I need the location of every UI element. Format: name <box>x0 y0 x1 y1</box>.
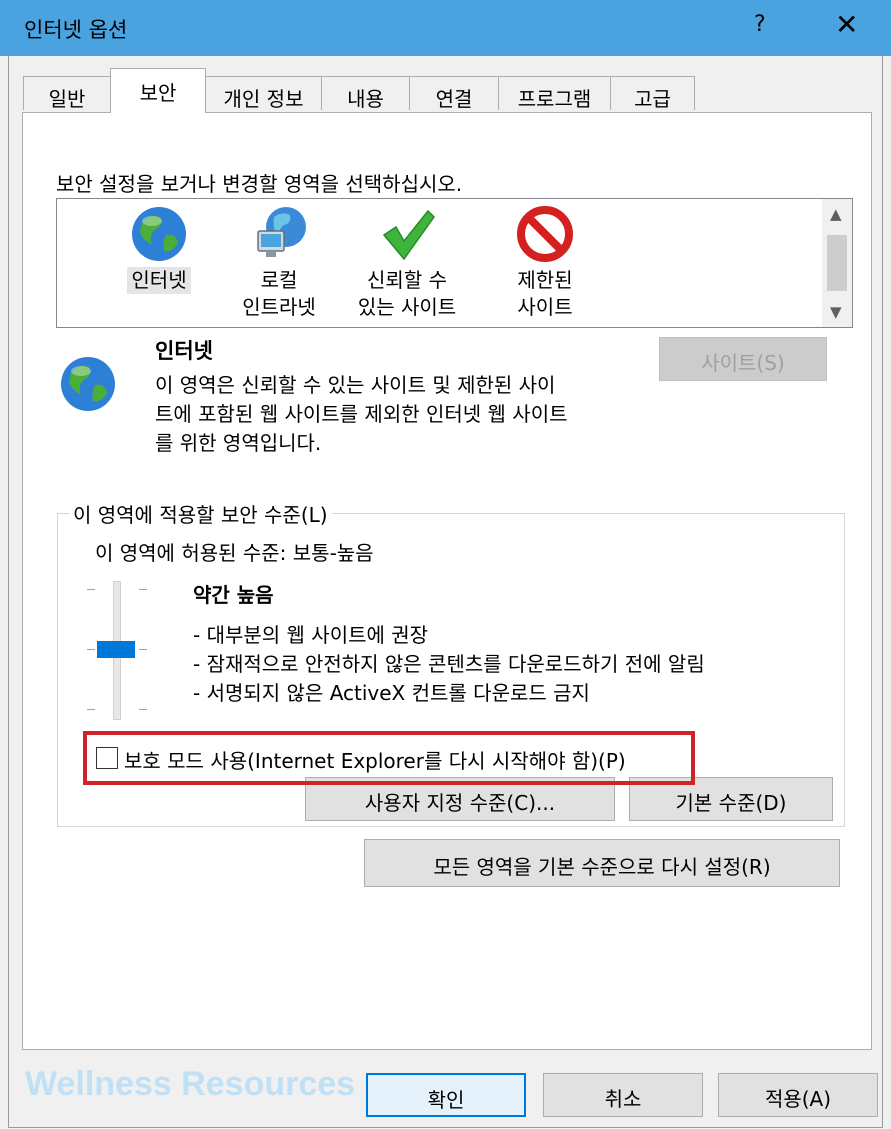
zone-trusted-line1: 신뢰할 수 <box>367 268 447 292</box>
zone-trusted-line2: 있는 사이트 <box>357 295 457 319</box>
tab-advanced[interactable]: 고급 <box>610 76 695 111</box>
allowed-level-text: 이 영역에 허용된 수준: 보통-높음 <box>95 541 374 565</box>
restricted-icon <box>517 206 573 262</box>
close-button[interactable]: ✕ <box>835 8 858 41</box>
tab-privacy[interactable]: 개인 정보 <box>205 76 322 111</box>
zone-restricted-line1: 제한된 <box>517 268 573 292</box>
scroll-thumb[interactable] <box>827 235 847 291</box>
slider-tick <box>87 709 95 710</box>
zone-local-intranet[interactable]: 로컬 인트라넷 <box>209 205 349 321</box>
zone-internet-label: 인터넷 <box>127 267 191 294</box>
level-bullet-1: - 대부분의 웹 사이트에 권장 <box>193 623 429 647</box>
level-description: - 대부분의 웹 사이트에 권장 - 잠재적으로 안전하지 않은 콘텐츠를 다운… <box>193 621 705 708</box>
zone-restricted-line2: 사이트 <box>517 295 573 319</box>
checkmark-icon <box>382 209 435 261</box>
zone-intranet-line1: 로컬 <box>260 268 298 292</box>
zone-detail-globe-icon <box>61 357 115 411</box>
tab-connections[interactable]: 연결 <box>409 76 499 111</box>
zone-desc-line2: 트에 포함된 웹 사이트를 제외한 인터넷 웹 사이트 <box>155 402 568 426</box>
intranet-globe-icon <box>257 207 306 257</box>
tab-security[interactable]: 보안 <box>110 68 206 113</box>
cancel-button[interactable]: 취소 <box>543 1073 703 1117</box>
security-slider-thumb[interactable] <box>97 641 135 658</box>
protected-mode-label[interactable]: 보호 모드 사용(Internet Explorer를 다시 시작해야 함)(P… <box>124 745 626 774</box>
protected-mode-checkbox[interactable] <box>96 747 118 769</box>
level-name: 약간 높음 <box>193 583 274 607</box>
zone-list: 인터넷 로컬 인트라넷 신뢰할 수 있는 사이트 제한된 사이트 ▲ ▼ <box>56 198 853 328</box>
help-button[interactable]: ? <box>754 12 766 37</box>
ok-button[interactable]: 확인 <box>366 1073 526 1117</box>
zone-trusted-sites[interactable]: 신뢰할 수 있는 사이트 <box>337 205 477 321</box>
sites-button[interactable]: 사이트(S) <box>659 337 827 381</box>
watermark: Wellness Resources <box>25 1065 356 1103</box>
scroll-down-icon[interactable]: ▼ <box>830 303 842 321</box>
zone-instruction: 보안 설정을 보거나 변경할 영역을 선택하십시오. <box>56 172 463 196</box>
zone-intranet-line2: 인트라넷 <box>242 295 316 319</box>
window-title: 인터넷 옵션 <box>24 18 128 42</box>
zone-detail-description: 이 영역은 신뢰할 수 있는 사이트 및 제한된 사이 트에 포함된 웹 사이트… <box>155 371 568 458</box>
globe-icon <box>132 207 186 261</box>
slider-tick <box>87 589 95 590</box>
slider-tick <box>139 709 147 710</box>
slider-tick <box>87 649 95 650</box>
level-bullet-2: - 잠재적으로 안전하지 않은 콘텐츠를 다운로드하기 전에 알림 <box>193 652 705 676</box>
apply-button[interactable]: 적용(A) <box>718 1073 878 1117</box>
security-panel: 보안 설정을 보거나 변경할 영역을 선택하십시오. 인터넷 로컬 인트라넷 신… <box>22 112 872 1050</box>
zone-scrollbar[interactable]: ▲ ▼ <box>822 199 852 327</box>
security-level-label: 이 영역에 적용할 보안 수준(L) <box>69 499 332 528</box>
scroll-up-icon[interactable]: ▲ <box>830 205 842 223</box>
zone-detail-name: 인터넷 <box>155 339 213 363</box>
tab-general[interactable]: 일반 <box>23 76 111 111</box>
slider-tick <box>139 649 147 650</box>
tab-programs[interactable]: 프로그램 <box>498 76 611 111</box>
zone-restricted-sites[interactable]: 제한된 사이트 <box>475 205 615 321</box>
level-bullet-3: - 서명되지 않은 ActiveX 컨트롤 다운로드 금지 <box>193 681 590 705</box>
zone-desc-line1: 이 영역은 신뢰할 수 있는 사이트 및 제한된 사이 <box>155 373 556 397</box>
title-bar: 인터넷 옵션 ? ✕ <box>0 0 891 56</box>
zone-internet[interactable]: 인터넷 <box>89 205 229 294</box>
zone-desc-line3: 를 위한 영역입니다. <box>155 431 322 455</box>
slider-tick <box>139 589 147 590</box>
tab-content[interactable]: 내용 <box>321 76 410 111</box>
reset-all-zones-button[interactable]: 모든 영역을 기본 수준으로 다시 설정(R) <box>364 839 840 887</box>
